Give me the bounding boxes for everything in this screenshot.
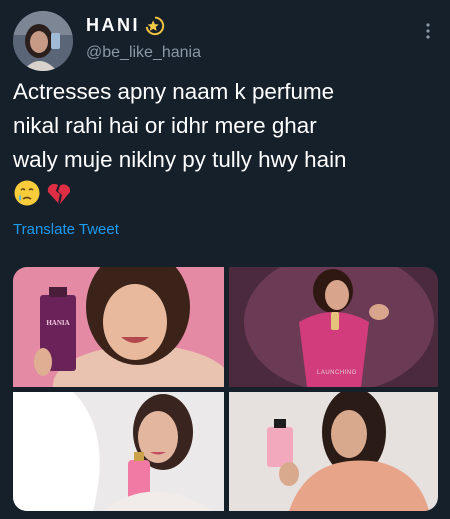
avatar[interactable] [13,11,73,71]
tweet-text: Actresses apny naam k perfume nikal rahi… [13,79,347,172]
photo-caption: LAUNCHING [317,370,357,376]
media-photo-4[interactable] [229,392,438,511]
avatar-image [13,11,73,71]
perfume-photo-3 [13,392,224,511]
translate-tweet-link[interactable]: Translate Tweet [13,221,119,238]
perfume-photo-2 [229,267,438,387]
more-options-icon[interactable] [421,22,435,40]
perfume-photo-1: HANIA [13,267,224,387]
user-handle[interactable]: @be_like_hania [86,44,201,62]
media-photo-3[interactable] [13,392,224,511]
svg-text:HANIA: HANIA [46,319,69,327]
tweet-emojis [13,179,73,207]
crying-face-emoji-icon [14,180,40,206]
broken-heart-emoji-icon [47,183,71,204]
user-name-row[interactable]: HANI [86,14,166,36]
media-photo-2[interactable]: LAUNCHING [229,267,438,387]
dizzy-star-icon [145,16,165,36]
media-photo-1[interactable]: HANIA [13,267,224,387]
media-grid: HANIA LAUNCHING [13,267,438,511]
display-name[interactable]: HANI [86,15,140,36]
perfume-photo-4 [229,392,438,511]
